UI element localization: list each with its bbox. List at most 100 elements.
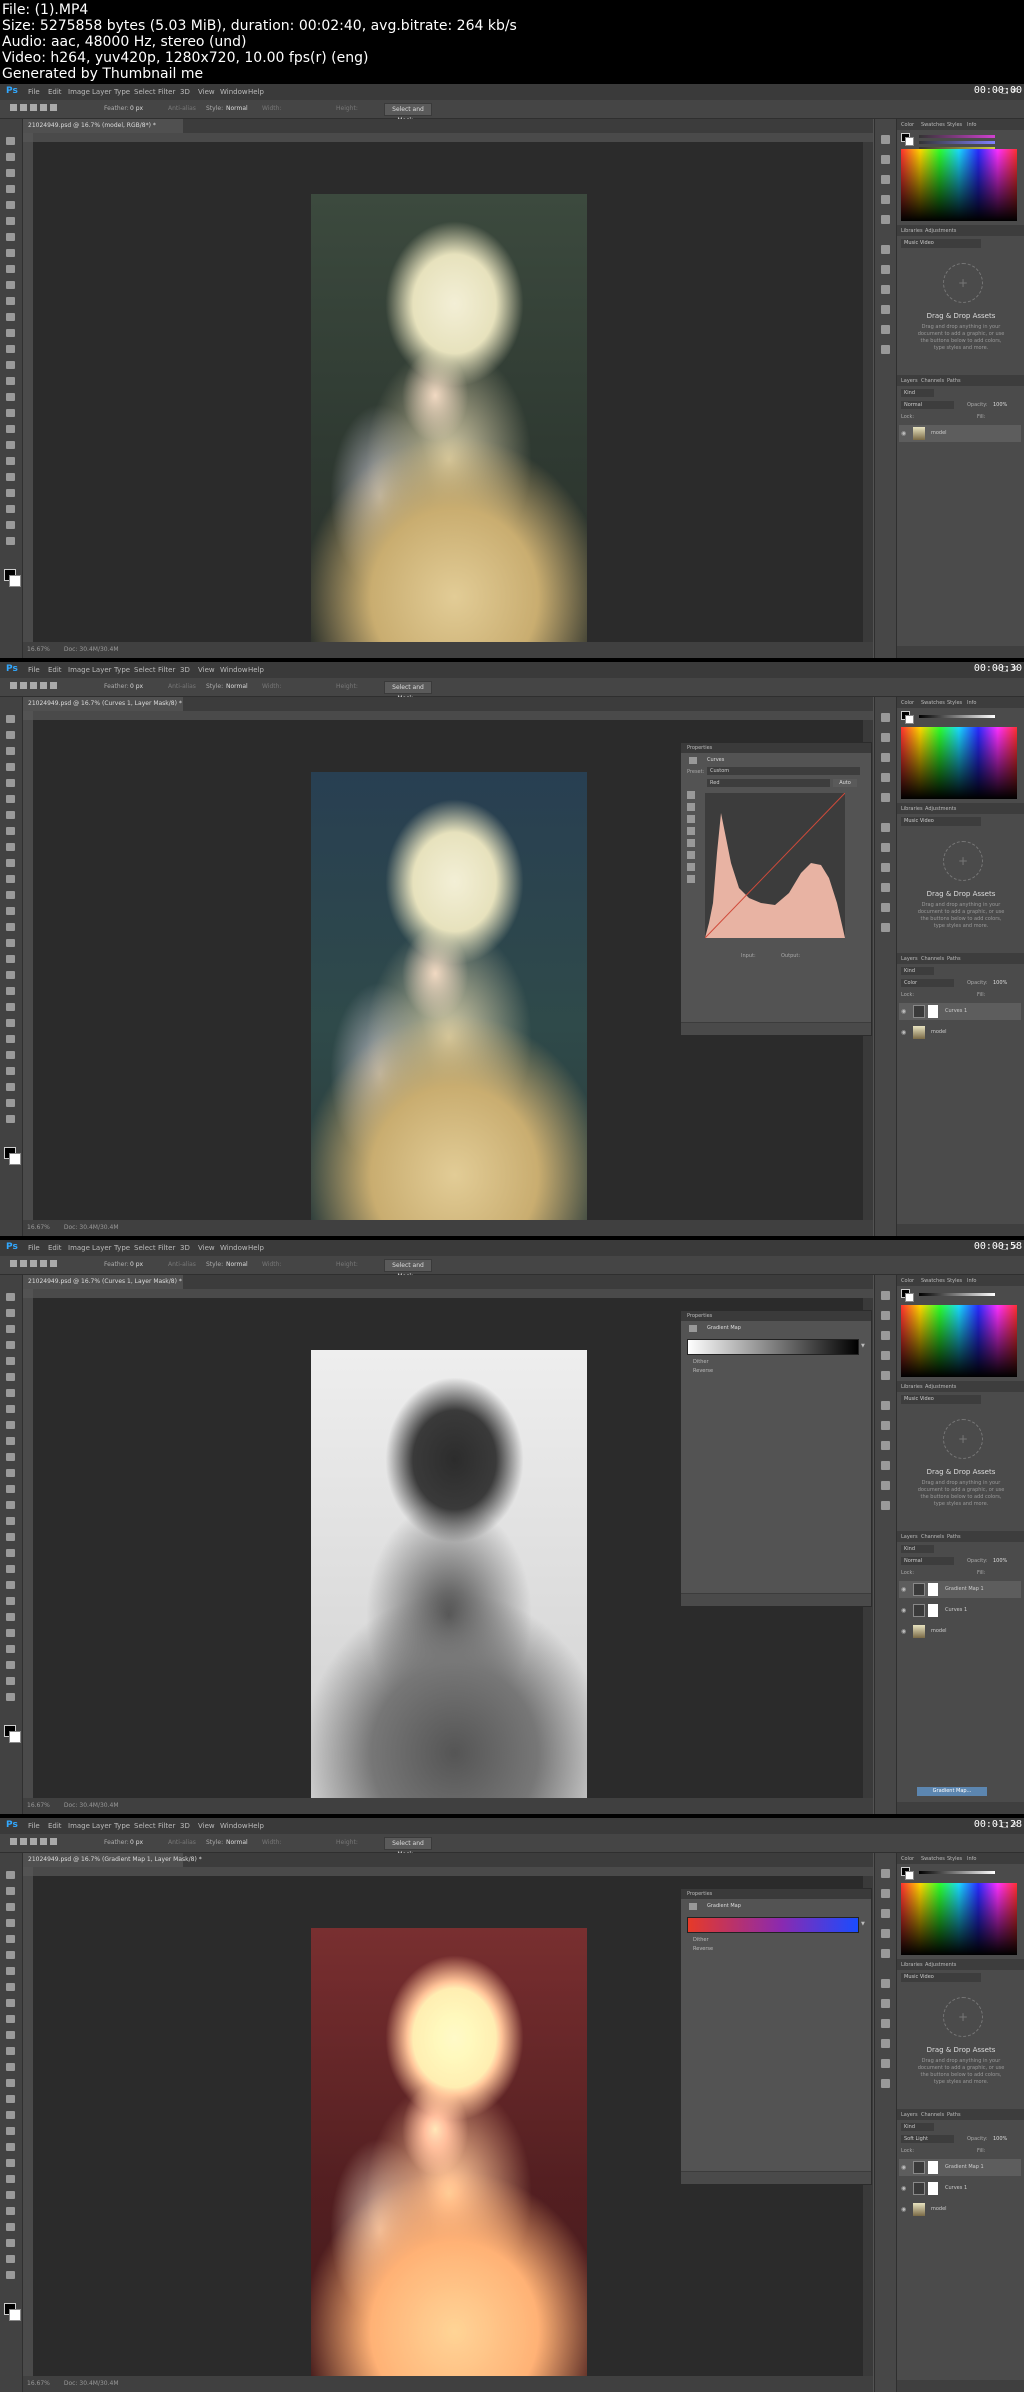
- tab-info[interactable]: Info: [967, 1856, 976, 1862]
- menu-select[interactable]: Select: [134, 88, 156, 96]
- library-drop-area[interactable]: + Drag & Drop Assets Drag and drop anythin…: [901, 1993, 1021, 2098]
- background-color-swatch[interactable]: [9, 1731, 21, 1743]
- visibility-eye-icon[interactable]: ◉: [901, 1628, 906, 1635]
- panel-icon[interactable]: [881, 245, 890, 254]
- preset-select[interactable]: Custom: [707, 767, 860, 775]
- tool-icon[interactable]: [6, 859, 15, 867]
- curve-tool-icon[interactable]: [687, 875, 695, 883]
- panel-icon[interactable]: [881, 155, 890, 164]
- menu-edit[interactable]: Edit: [48, 1244, 62, 1252]
- tool-icon[interactable]: [6, 201, 15, 209]
- tool-icon[interactable]: [6, 377, 15, 385]
- tool-icon[interactable]: [6, 521, 15, 529]
- tab-color[interactable]: Color: [901, 1278, 914, 1284]
- panel-icon[interactable]: [881, 1481, 890, 1490]
- tab-info[interactable]: Info: [967, 122, 976, 128]
- tool-icon[interactable]: [6, 2063, 15, 2071]
- color-slider[interactable]: [919, 135, 995, 138]
- menu-edit[interactable]: Edit: [48, 88, 62, 96]
- tab-adjustments[interactable]: Adjustments: [925, 1384, 956, 1390]
- tab-layers[interactable]: Layers: [901, 378, 918, 384]
- layer-row[interactable]: ◉ model: [899, 1623, 1021, 1640]
- menu-select[interactable]: Select: [134, 666, 156, 674]
- tool-icon[interactable]: [6, 1421, 15, 1429]
- selection-mode-icon[interactable]: [10, 104, 17, 111]
- tool-icon[interactable]: [6, 731, 15, 739]
- panel-icon[interactable]: [881, 1371, 890, 1380]
- visibility-eye-icon[interactable]: ◉: [901, 2185, 906, 2192]
- select-and-mask-button[interactable]: Select and Mask...: [384, 103, 432, 124]
- panel-icon[interactable]: [881, 135, 890, 144]
- selection-mode-icon[interactable]: [20, 1260, 27, 1267]
- panel-icon[interactable]: [881, 1889, 890, 1898]
- tool-icon[interactable]: [6, 2239, 15, 2247]
- library-drop-area[interactable]: + Drag & Drop Assets Drag and drop anythin…: [901, 259, 1021, 364]
- panel-icon[interactable]: [881, 823, 890, 832]
- tool-icon[interactable]: [6, 923, 15, 931]
- tool-icon[interactable]: [6, 2127, 15, 2135]
- panel-icon[interactable]: [881, 923, 890, 932]
- tool-icon[interactable]: [6, 1469, 15, 1477]
- tool-icon[interactable]: [6, 345, 15, 353]
- menu-file[interactable]: File: [28, 1244, 40, 1252]
- tab-swatches[interactable]: Swatches: [921, 1856, 945, 1862]
- curve-tool-icon[interactable]: [687, 791, 695, 799]
- panel-icon[interactable]: [881, 713, 890, 722]
- blend-mode-select[interactable]: Normal: [901, 1557, 954, 1565]
- layer-row[interactable]: ◉ model: [899, 425, 1021, 442]
- panel-icon[interactable]: [881, 1461, 890, 1470]
- panel-icon[interactable]: [881, 1311, 890, 1320]
- menu-type[interactable]: Type: [114, 88, 130, 96]
- gradient-dropdown-icon[interactable]: ▼: [861, 1343, 865, 1349]
- menu-edit[interactable]: Edit: [48, 1822, 62, 1830]
- menu-image[interactable]: Image: [68, 1822, 90, 1830]
- menu-image[interactable]: Image: [68, 88, 90, 96]
- tool-icon[interactable]: [6, 505, 15, 513]
- panel-icon[interactable]: [881, 2019, 890, 2028]
- menu-edit[interactable]: Edit: [48, 666, 62, 674]
- tool-icon[interactable]: [6, 1373, 15, 1381]
- tool-icon[interactable]: [6, 441, 15, 449]
- layer-row[interactable]: ◉ Curves 1: [899, 1602, 1021, 1619]
- layer-kind-filter[interactable]: Kind: [901, 967, 934, 975]
- tool-icon[interactable]: [6, 2095, 15, 2103]
- document-tab[interactable]: 21024949.psd @ 16.7% (Gradient Map 1, La…: [23, 1853, 202, 1867]
- curves-histogram[interactable]: [705, 793, 845, 938]
- menu-view[interactable]: View: [198, 1244, 215, 1252]
- panel-icon[interactable]: [881, 175, 890, 184]
- tab-styles[interactable]: Styles: [947, 700, 962, 706]
- tool-icon[interactable]: [6, 409, 15, 417]
- tool-icon[interactable]: [6, 2079, 15, 2087]
- tab-paths[interactable]: Paths: [947, 1534, 961, 1540]
- tool-icon[interactable]: [6, 1999, 15, 2007]
- tool-icon[interactable]: [6, 297, 15, 305]
- tab-layers[interactable]: Layers: [901, 1534, 918, 1540]
- tool-icon[interactable]: [6, 2223, 15, 2231]
- library-drop-area[interactable]: + Drag & Drop Assets Drag and drop anythin…: [901, 1415, 1021, 1520]
- tool-icon[interactable]: [6, 1871, 15, 1879]
- panel-icon[interactable]: [881, 1291, 890, 1300]
- tool-icon[interactable]: [6, 2271, 15, 2279]
- tab-layers[interactable]: Layers: [901, 2112, 918, 2118]
- tab-swatches[interactable]: Swatches: [921, 122, 945, 128]
- selection-mode-icon[interactable]: [50, 1838, 57, 1845]
- menu-type[interactable]: Type: [114, 1244, 130, 1252]
- tab-channels[interactable]: Channels: [921, 378, 944, 384]
- selection-mode-icon[interactable]: [40, 1838, 47, 1845]
- color-spectrum[interactable]: [901, 1305, 1017, 1377]
- reverse-checkbox[interactable]: Reverse: [693, 1946, 713, 1952]
- panel-icon[interactable]: [881, 1421, 890, 1430]
- panel-icon[interactable]: [881, 1929, 890, 1938]
- tool-icon[interactable]: [6, 537, 15, 545]
- menu-filter[interactable]: Filter: [158, 1244, 175, 1252]
- tool-icon[interactable]: [6, 1581, 15, 1589]
- gradient-dropdown-icon[interactable]: ▼: [861, 1921, 865, 1927]
- panel-icon[interactable]: [881, 195, 890, 204]
- tool-icon[interactable]: [6, 361, 15, 369]
- tab-paths[interactable]: Paths: [947, 378, 961, 384]
- tool-icon[interactable]: [6, 2191, 15, 2199]
- menu-view[interactable]: View: [198, 1822, 215, 1830]
- selection-mode-icon[interactable]: [30, 1260, 37, 1267]
- menu-file[interactable]: File: [28, 88, 40, 96]
- color-spectrum[interactable]: [901, 149, 1017, 221]
